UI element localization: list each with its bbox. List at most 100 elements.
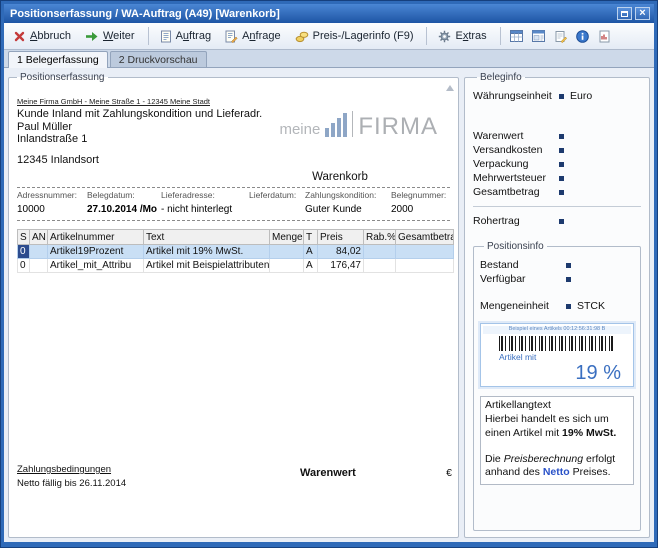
restore-button[interactable] [617,7,632,20]
beleginfo-row-warenwert: Warenwert [473,129,641,143]
form-window-button[interactable] [529,26,549,46]
field-value: 27.10.2014 /Mo [87,204,157,216]
field-label: Belegnummer: [391,190,446,200]
column-header-rab[interactable]: Rab.% [364,230,396,245]
button-label: Preis-/Lagerinfo (F9) [313,30,414,42]
zahlungsbedingungen-link[interactable]: Zahlungsbedingungen [17,464,111,475]
column-header-preis[interactable]: Preis [318,230,364,245]
tab-druckvorschau[interactable]: 2 Druckvorschau [110,51,207,67]
auftrag-button[interactable]: Auftrag [155,25,218,47]
field-label: Bestand [480,259,566,271]
field-adressnummer: Adressnummer: 10000 [17,190,87,216]
grid-window-button[interactable] [507,26,527,46]
column-header-t[interactable]: T [304,230,318,245]
close-button[interactable]: × [635,7,650,20]
payment-terms-text: Netto fällig bis 26.11.2014 [17,478,126,489]
cell-an[interactable] [30,259,48,273]
beleginfo-row-verpackung: Verpackung [473,157,641,171]
toolbar-separator [148,27,149,45]
positionserfassung-panel: Positionserfassung Meine Firma GmbH - Me… [8,72,459,538]
info-icon [576,30,589,43]
positionsinfo-row-bestand: Bestand [480,258,634,272]
value-marker-icon [559,190,564,195]
column-header-text[interactable]: Text [144,230,270,245]
column-header-artikelnummer[interactable]: Artikelnummer [48,230,144,245]
button-label: Anfrage [242,30,281,42]
field-value: Euro [570,90,592,102]
column-header-gesamtbetrag[interactable]: Gesamtbetrag [396,230,454,245]
cell-artikelnummer[interactable]: Artikel19Prozent [48,245,144,259]
preis-lagerinfo-button[interactable]: Preis-/Lagerinfo (F9) [290,25,421,47]
cell-menge[interactable] [270,245,304,259]
sender-address-link[interactable]: Meine Firma GmbH - Meine Straße 1 - 1234… [17,97,210,106]
recipient-line: Paul Müller [17,121,72,133]
spacer [480,286,634,299]
field-zahlungskondition: Zahlungskondition: Guter Kunde [305,190,391,216]
beleginfo-panel: Beleginfo Währungseinheit Euro Warenwert… [464,72,650,538]
gear-icon [438,30,451,43]
cell-rab[interactable] [364,245,396,259]
artikellangtext-label: Artikellangtext [485,399,629,412]
beleginfo-row-mehrwertsteuer: Mehrwertsteuer [473,171,641,185]
article-image-caption: Beispiel eines Artikels 00:12:56:31:98 B [483,326,631,334]
cell-gesamtbetrag[interactable] [396,259,454,273]
cell-preis[interactable]: 176,47 [318,259,364,273]
cell-an[interactable] [30,245,48,259]
logo-divider [352,111,353,137]
cell-menge[interactable] [270,259,304,273]
close-icon: × [639,8,645,19]
cell-rab[interactable] [364,259,396,273]
report-button[interactable] [595,26,615,46]
cell-text[interactable]: Artikel mit Beispielattributen [144,259,270,273]
value-marker-icon [566,277,571,282]
info-button[interactable] [573,26,593,46]
cell-preis[interactable]: 84,02 [318,245,364,259]
restore-icon [621,11,628,17]
bar-chart-icon [325,113,347,137]
cell-artikelnummer[interactable]: Artikel_mit_Attribu [48,259,144,273]
column-header-s[interactable]: S [18,230,30,245]
value-marker-icon [559,162,564,167]
column-header-menge[interactable]: Menge [270,230,304,245]
window-controls: × [617,7,650,20]
cell-text[interactable]: Artikel mit 19% MwSt. [144,245,270,259]
edit-note-button[interactable] [551,26,571,46]
column-header-an[interactable]: AN [30,230,48,245]
beleginfo-legend: Beleginfo [477,72,525,83]
cell-t[interactable]: A [304,259,318,273]
document-preview: Meine Firma GmbH - Meine Straße 1 - 1234… [15,97,452,531]
article-image-percent: 19 % [483,362,631,386]
field-label: Lieferdatum: [249,190,301,200]
cell-s[interactable]: 0 [18,245,30,259]
table-row[interactable]: 0 Artikel_mit_Attribu Artikel mit Beispi… [18,259,454,273]
field-label: Zahlungskondition: [305,190,387,200]
extras-button[interactable]: Extras [433,25,493,47]
field-label: Rohertrag [473,215,559,227]
cell-t[interactable]: A [304,245,318,259]
value-marker-icon [559,176,564,181]
table-row-selected[interactable]: 0 Artikel19Prozent Artikel mit 19% MwSt.… [18,245,454,259]
recipient-city: 12345 Inlandsort [17,154,99,166]
field-label: Währungseinheit [473,90,559,102]
value-marker-icon [566,263,571,268]
coins-icon [295,30,309,43]
abbruch-button[interactable]: Abbruch [8,25,78,47]
anfrage-button[interactable]: Anfrage [220,25,288,47]
cell-s[interactable]: 0 [18,259,30,273]
order-document-icon [160,30,172,43]
value-marker-icon [566,304,571,309]
positions-table: S AN Artikelnummer Text Menge T Preis Ra… [17,229,454,273]
content-area: Positionserfassung Meine Firma GmbH - Me… [4,68,654,542]
tab-bar: 1 Belegerfassung 2 Druckvorschau [4,50,654,68]
beleginfo-row-versandkosten: Versandkosten [473,143,641,157]
tab-belegerfassung[interactable]: 1 Belegerfassung [8,51,108,68]
weiter-button[interactable]: Weiter [80,25,142,47]
warenwert-label: Warenwert [300,467,356,479]
field-value: - nicht hinterlegt [161,204,245,216]
edit-note-icon [555,30,567,43]
title-bar[interactable]: Positionserfassung / WA-Auftrag (A49) [W… [4,4,654,23]
report-icon [599,30,611,43]
cell-gesamtbetrag[interactable] [396,245,454,259]
sum-divider [473,206,641,207]
barcode-icon [499,336,615,351]
